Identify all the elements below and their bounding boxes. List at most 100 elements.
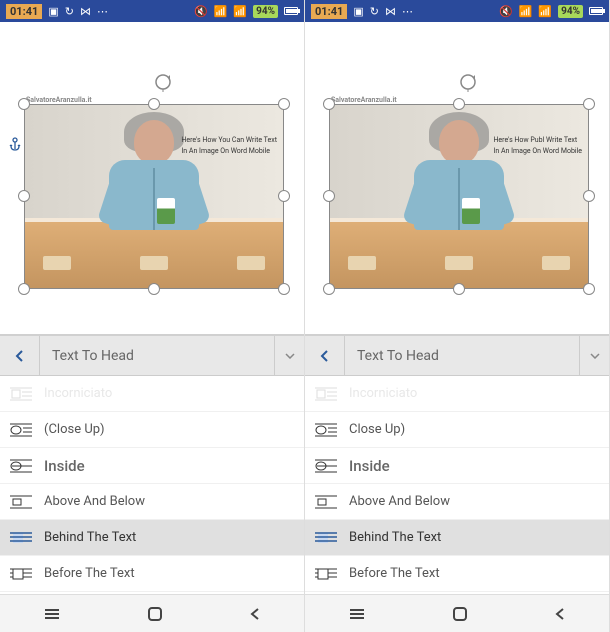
- mute-icon: 🔇: [194, 5, 208, 18]
- sync-icon: ↻: [65, 5, 74, 18]
- option-close-up[interactable]: Close Up): [305, 412, 609, 448]
- resize-handle-bl[interactable]: [323, 283, 335, 295]
- back-button[interactable]: [305, 336, 345, 376]
- wrap-square-icon: [315, 386, 337, 402]
- image-overlay-text: Here's How Publ Write Text In An Image O…: [493, 135, 582, 157]
- resize-handle-bm[interactable]: [453, 283, 465, 295]
- selected-image[interactable]: Here's How You Can Write Text In An Imag…: [24, 104, 284, 289]
- wrap-through-icon: [315, 458, 337, 474]
- option-before-text[interactable]: Before The Text: [305, 556, 609, 592]
- option-incorniciato[interactable]: Incorniciato: [305, 376, 609, 412]
- option-label: Behind The Text: [349, 530, 441, 545]
- resize-handle-tm[interactable]: [453, 98, 465, 110]
- wrap-square-icon: [10, 386, 32, 402]
- option-label: Close Up): [349, 422, 405, 437]
- image-overlay-text: Here's How You Can Write Text In An Imag…: [181, 135, 277, 157]
- dropdown-button[interactable]: [579, 336, 609, 376]
- resize-handle-tm[interactable]: [148, 98, 160, 110]
- wrap-topbottom-icon: [10, 494, 32, 510]
- wrap-front-icon: [10, 566, 32, 582]
- mute-icon: 🔇: [499, 5, 513, 18]
- signal-icon: 📶: [233, 5, 247, 18]
- status-time: 01:41: [311, 4, 347, 19]
- more-icon: ⋯: [97, 5, 108, 18]
- option-label: Inside: [44, 457, 85, 475]
- option-label: Behind The Text: [44, 530, 136, 545]
- document-canvas[interactable]: SalvatoreAranzulla.it: [305, 22, 609, 336]
- nav-recents[interactable]: [42, 607, 62, 621]
- nav-home[interactable]: [451, 605, 469, 623]
- screenshot-icon: ▣: [48, 5, 58, 18]
- phone-left: 01:41 ▣ ↻ ⋈ ⋯ 🔇 📶 📶 94% SalvatoreAranzul…: [0, 0, 305, 632]
- option-label: Incorniciato: [349, 386, 417, 401]
- option-close-up[interactable]: (Close Up): [0, 412, 304, 448]
- option-above-below[interactable]: Above And Below: [305, 484, 609, 520]
- nav-bar: [0, 594, 304, 632]
- nav-back[interactable]: [553, 607, 567, 621]
- watermark-text: SalvatoreAranzulla.it: [26, 96, 92, 104]
- wrap-topbottom-icon: [315, 494, 337, 510]
- option-incorniciato[interactable]: Incorniciato: [0, 376, 304, 412]
- option-above-below[interactable]: Above And Below: [0, 484, 304, 520]
- option-label: Above And Below: [349, 494, 450, 509]
- resize-handle-tr[interactable]: [583, 98, 595, 110]
- wrap-through-icon: [10, 458, 32, 474]
- selected-image[interactable]: Here's How Publ Write Text In An Image O…: [329, 104, 589, 289]
- resize-handle-mr[interactable]: [583, 190, 595, 202]
- option-behind-text[interactable]: Behind The Text: [0, 520, 304, 556]
- option-behind-text[interactable]: Behind The Text: [305, 520, 609, 556]
- phone-right: 01:41 ▣ ↻ ⋈ ⋯ 🔇 📶 📶 94% SalvatoreAranzul…: [305, 0, 610, 632]
- resize-handle-br[interactable]: [278, 283, 290, 295]
- option-before-text[interactable]: Before The Text: [0, 556, 304, 592]
- signal-icon: 📶: [538, 5, 552, 18]
- option-label: (Close Up): [44, 422, 105, 437]
- resize-handle-mr[interactable]: [278, 190, 290, 202]
- option-label: Before The Text: [349, 566, 440, 581]
- option-label: Above And Below: [44, 494, 145, 509]
- status-bar: 01:41 ▣ ↻ ⋈ ⋯ 🔇 📶 📶 94%: [305, 0, 609, 22]
- battery-percentage: 94%: [558, 5, 583, 18]
- nav-back[interactable]: [248, 607, 262, 621]
- document-canvas[interactable]: SalvatoreAranzulla.it: [0, 22, 304, 336]
- battery-icon: [589, 7, 603, 15]
- toolbar-title: Text To Head: [345, 348, 579, 364]
- resize-handle-ml[interactable]: [18, 190, 30, 202]
- battery-icon: [284, 7, 298, 15]
- anchor-icon: [8, 136, 22, 150]
- status-time: 01:41: [6, 4, 42, 19]
- nav-home[interactable]: [146, 605, 164, 623]
- screenshot-icon: ▣: [353, 5, 363, 18]
- nav-recents[interactable]: [347, 607, 367, 621]
- infinity-icon: ⋈: [385, 5, 396, 18]
- wrap-options-list: Incorniciato Close Up) Inside Above And …: [305, 376, 609, 592]
- infinity-icon: ⋈: [80, 5, 91, 18]
- wifi-icon: 📶: [214, 5, 228, 18]
- toolbar: Text To Head: [0, 336, 304, 376]
- wrap-tight-icon: [315, 422, 337, 438]
- wrap-front-icon: [315, 566, 337, 582]
- option-label: Inside: [349, 457, 390, 475]
- resize-handle-ml[interactable]: [323, 190, 335, 202]
- wrap-behind-icon: [10, 530, 32, 546]
- option-label: Before The Text: [44, 566, 135, 581]
- nav-bar: [305, 594, 609, 632]
- resize-handle-bl[interactable]: [18, 283, 30, 295]
- resize-handle-br[interactable]: [583, 283, 595, 295]
- dropdown-button[interactable]: [274, 336, 304, 376]
- toolbar: Text To Head: [305, 336, 609, 376]
- wrap-options-list: Incorniciato (Close Up) Inside Above And…: [0, 376, 304, 592]
- option-inside[interactable]: Inside: [305, 448, 609, 484]
- rotate-handle-icon[interactable]: [153, 72, 173, 92]
- status-bar: 01:41 ▣ ↻ ⋈ ⋯ 🔇 📶 📶 94%: [0, 0, 304, 22]
- resize-handle-bm[interactable]: [148, 283, 160, 295]
- option-label: Incorniciato: [44, 386, 112, 401]
- back-button[interactable]: [0, 336, 40, 376]
- wifi-icon: 📶: [519, 5, 533, 18]
- resize-handle-tr[interactable]: [278, 98, 290, 110]
- watermark-text: SalvatoreAranzulla.it: [331, 96, 397, 104]
- option-inside[interactable]: Inside: [0, 448, 304, 484]
- wrap-behind-icon: [315, 530, 337, 546]
- resize-handle-tl[interactable]: [18, 98, 30, 110]
- rotate-handle-icon[interactable]: [458, 72, 478, 92]
- resize-handle-tl[interactable]: [323, 98, 335, 110]
